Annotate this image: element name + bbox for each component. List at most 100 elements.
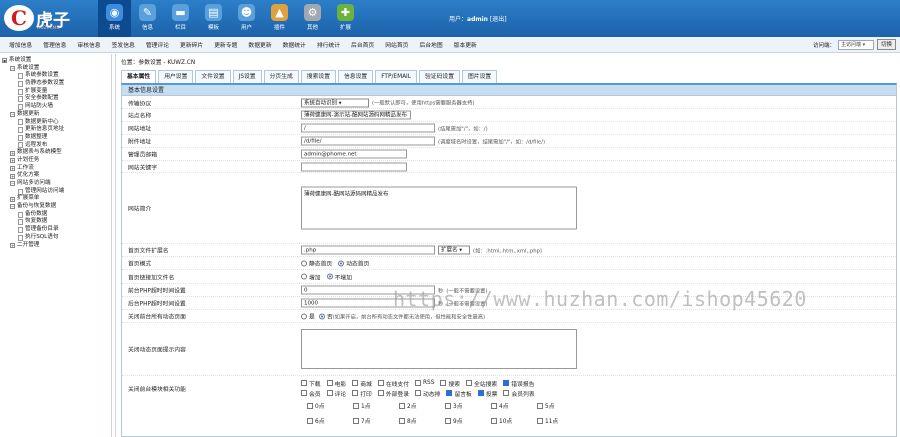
checkbox[interactable] (377, 390, 384, 396)
sitename-input[interactable]: 薄荷健康网-演示站-酷网站源码网精品发布 (301, 110, 411, 120)
checkbox[interactable] (399, 402, 405, 409)
tab-0[interactable]: 基本属性 (121, 70, 157, 83)
sidebar-item[interactable]: − 备份与恢复数据 (0, 203, 111, 211)
sidebar-item[interactable]: 管理备份目录 (0, 226, 111, 234)
sidebar-item[interactable]: + 数据表与系统模型 (0, 149, 111, 157)
switch-button[interactable]: 切换 (876, 39, 896, 50)
expand-icon[interactable]: + (10, 242, 15, 248)
checkbox[interactable] (307, 402, 313, 409)
checkbox[interactable] (537, 417, 543, 424)
email-input[interactable]: admin@phome.net (301, 149, 407, 159)
submenu-item[interactable]: 增加信息 (9, 40, 32, 49)
checkbox[interactable] (307, 417, 313, 424)
topnav-globe[interactable]: ◉ 系统 (98, 0, 131, 37)
expand-icon[interactable]: + (10, 150, 15, 156)
sidebar-item[interactable]: 安全参数配置 (0, 95, 111, 103)
submenu-item[interactable]: 版本更新 (454, 40, 477, 49)
sidebar-item[interactable]: + 扩展菜单 (0, 195, 111, 203)
closetip-textarea[interactable] (301, 329, 577, 369)
submenu-item[interactable]: 审核信息 (77, 40, 100, 49)
radio-button[interactable] (301, 260, 307, 266)
submenu-item[interactable]: 管理评论 (146, 40, 169, 49)
submenu-item[interactable]: 网站首页 (385, 40, 408, 49)
topnav-gear[interactable]: ⚙ 其他 (296, 0, 329, 37)
logout-link[interactable]: [退出] (490, 16, 507, 23)
ext-input[interactable]: .php (301, 245, 435, 255)
topnav-plus[interactable]: ✚ 扩展 (329, 0, 362, 37)
protocol-select[interactable]: 系统自动识别 ▾ (301, 98, 369, 107)
checkbox[interactable] (440, 380, 447, 386)
submenu-item[interactable]: 更新专题 (214, 40, 237, 49)
radio-button[interactable] (326, 273, 333, 280)
tab-1[interactable]: 用户设置 (158, 70, 194, 83)
sidebar-item[interactable]: 更新信息页地址 (0, 126, 111, 134)
tab-2[interactable]: 文件设置 (195, 70, 231, 83)
checkbox[interactable] (445, 417, 451, 424)
topnav-folder[interactable]: ▬ 栏目 (164, 0, 197, 37)
submenu-item[interactable]: 数据更新 (248, 40, 271, 49)
checkbox[interactable] (537, 402, 543, 409)
ext-select[interactable]: 扩展名 ▾ (438, 245, 470, 255)
sidebar-item[interactable]: + 优化方案 (0, 172, 111, 180)
topnav-plugin[interactable]: ▲ 插件 (263, 0, 296, 37)
sidebar-item[interactable]: 备份数据 (0, 211, 111, 219)
expand-icon[interactable]: + (10, 173, 15, 179)
closefront-yes-radio[interactable] (301, 313, 307, 319)
collapse-icon[interactable]: − (10, 112, 15, 118)
keywords-input[interactable] (301, 162, 407, 171)
tab-9[interactable]: 图片设置 (462, 70, 498, 83)
topnav-template[interactable]: ▤ 模板 (197, 0, 230, 37)
checkbox[interactable] (445, 402, 451, 409)
checkbox[interactable] (353, 417, 359, 424)
attachurl-input[interactable]: /d/file/ (301, 136, 435, 146)
intro-textarea[interactable]: 薄荷健康网-酷网站源码网精品发布 (301, 186, 577, 230)
radio-button[interactable] (301, 273, 307, 280)
checkbox[interactable] (352, 390, 359, 396)
checkbox[interactable] (353, 402, 359, 409)
tab-3[interactable]: JS设置 (232, 70, 262, 83)
sidebar-item[interactable]: 数据整理 (0, 134, 111, 142)
sidebar-item[interactable]: 伪静态参数设置 (0, 80, 111, 88)
sidebar-item[interactable]: 网站防火墙 (0, 103, 111, 111)
topnav-user[interactable]: ☻ 用户 (230, 0, 263, 37)
submenu-item[interactable]: 签发信息 (112, 40, 135, 49)
topnav-edit[interactable]: ✎ 信息 (131, 0, 164, 37)
tab-8[interactable]: 验证码设置 (419, 70, 460, 83)
sidebar-item[interactable]: + 二开管理 (0, 242, 111, 250)
checkbox[interactable] (326, 390, 333, 396)
checkbox[interactable] (491, 417, 497, 424)
submenu-item[interactable]: 数据统计 (283, 40, 306, 49)
submenu-item[interactable]: 后台地图 (419, 40, 442, 49)
sidebar-item[interactable]: + 计划任务 (0, 157, 111, 165)
access-select[interactable]: 主访问端 ▾ (837, 39, 874, 50)
checkbox[interactable] (503, 380, 510, 386)
sidebar-item[interactable]: ▪ 系统设置 (0, 57, 111, 65)
checkbox[interactable] (415, 390, 422, 396)
sidebar-item[interactable]: 执行SQL语句 (0, 234, 111, 242)
collapse-icon[interactable]: − (10, 181, 15, 187)
submenu-item[interactable]: 管理信息 (43, 40, 66, 49)
checkbox[interactable] (415, 380, 422, 386)
tab-5[interactable]: 搜索设置 (300, 70, 336, 83)
checkbox[interactable] (352, 380, 359, 386)
tab-7[interactable]: FTP/EMAIL (375, 70, 417, 83)
submenu-item[interactable]: 排行统计 (317, 40, 340, 49)
checkbox[interactable] (503, 390, 510, 396)
collapse-icon[interactable]: − (10, 204, 15, 210)
radio-button[interactable] (338, 260, 345, 266)
collapse-icon[interactable]: − (10, 66, 15, 72)
tab-6[interactable]: 信息设置 (338, 70, 374, 83)
sidebar-item[interactable]: 系统参数设置 (0, 72, 111, 80)
submenu-item[interactable]: 后台首页 (351, 40, 374, 49)
checkbox[interactable] (399, 417, 405, 424)
expand-icon[interactable]: + (10, 158, 15, 164)
sidebar-item[interactable]: − 数据更新 (0, 111, 111, 119)
checkbox[interactable] (466, 380, 473, 386)
checkbox[interactable] (491, 402, 497, 409)
checkbox[interactable] (301, 380, 307, 386)
sidebar-item[interactable]: 恢复数据 (0, 218, 111, 226)
submenu-item[interactable]: 更新碎片 (180, 40, 203, 49)
checkbox[interactable] (377, 380, 384, 386)
checkbox[interactable] (446, 390, 453, 396)
tab-4[interactable]: 分页生成 (263, 70, 299, 83)
